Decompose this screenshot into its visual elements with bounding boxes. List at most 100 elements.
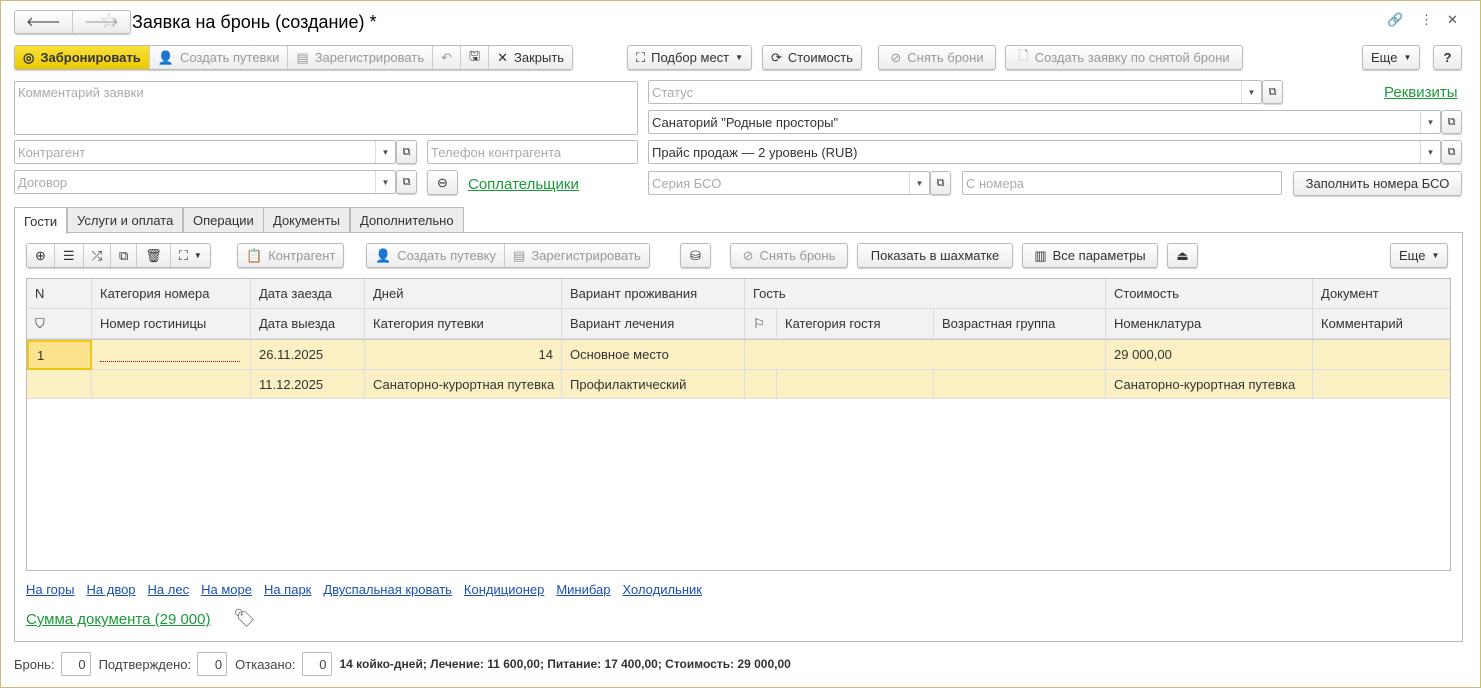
fill-bso-button[interactable]: Заполнить номера БСО — [1293, 171, 1462, 196]
back-button[interactable]: 🡐 — [15, 11, 73, 33]
copayers-link[interactable]: Соплательщики — [468, 176, 579, 193]
grid-contractor-button[interactable]: 📋 Контрагент — [237, 243, 345, 268]
cell-hotel-room[interactable] — [92, 370, 251, 399]
col-days[interactable]: Дней — [365, 279, 562, 309]
export-button[interactable]: ⏏ — [1167, 243, 1198, 268]
sanatorium-field[interactable]: Санаторий "Родные просторы" ▼ — [648, 110, 1441, 134]
tag-link[interactable]: На парк — [264, 582, 311, 597]
col-age-group[interactable]: Возрастная группа — [934, 309, 1106, 339]
copy-button[interactable]: ⧉ — [110, 244, 138, 267]
open-contract-button[interactable]: ⧉ — [396, 170, 417, 194]
cell-guest-category[interactable] — [777, 370, 934, 399]
cell-guest[interactable] — [745, 340, 1106, 370]
tab-services[interactable]: Услуги и оплата — [67, 207, 184, 233]
open-price-button[interactable]: ⧉ — [1441, 140, 1462, 164]
menu-dots-icon[interactable]: ⋮ — [1420, 12, 1433, 28]
help-button[interactable]: ? — [1433, 45, 1462, 70]
contract-field[interactable]: Договор ▼ — [14, 170, 396, 194]
open-bso-button[interactable]: ⧉ — [930, 171, 951, 195]
tab-operations[interactable]: Операции — [183, 207, 264, 233]
phone-field[interactable]: Телефон контрагента — [427, 140, 638, 164]
table-row[interactable]: 11.12.2025 Санаторно-курортная путевка П… — [27, 370, 1450, 399]
all-params-button[interactable]: ▥ Все параметры — [1022, 243, 1158, 268]
col-nomenclature[interactable]: Номенклатура — [1106, 309, 1313, 339]
cell-document[interactable] — [1313, 340, 1450, 370]
tab-documents[interactable]: Документы — [263, 207, 351, 233]
col-accommodation[interactable]: Вариант проживания — [562, 279, 745, 309]
cell-age-group[interactable] — [934, 370, 1106, 399]
cell-departure[interactable]: 11.12.2025 — [251, 370, 365, 399]
tag-link[interactable]: Двуспальная кровать — [323, 582, 452, 597]
dropdown-icon[interactable]: ▼ — [1420, 111, 1440, 133]
col-guest-category[interactable]: Категория гостя — [777, 309, 934, 339]
cell-flag[interactable] — [745, 370, 777, 399]
col-comment[interactable]: Комментарий — [1313, 309, 1450, 339]
cell-arrival[interactable]: 26.11.2025 — [251, 340, 365, 370]
tag-link[interactable]: Минибар — [556, 582, 610, 597]
cell-accommodation[interactable]: Основное место — [562, 340, 745, 370]
dropdown-icon[interactable]: ▼ — [1420, 141, 1440, 163]
arrow-left-circle-button[interactable]: ⊖ — [427, 170, 458, 195]
close-button[interactable]: ✕ Закрыть — [489, 46, 573, 69]
remove-bookings-button[interactable]: ⊘ Снять брони — [878, 45, 996, 70]
delete-button[interactable]: 🗑 — [137, 244, 171, 267]
col-cost[interactable]: Стоимость — [1106, 279, 1313, 309]
cell-days[interactable]: 14 — [365, 340, 562, 370]
favorite-star-icon[interactable]: ☆ — [99, 8, 119, 34]
create-from-removed-button[interactable]: 🗋 Создать заявку по снятой брони — [1005, 45, 1243, 70]
cell-n[interactable]: 1 — [27, 340, 92, 370]
col-treatment[interactable]: Вариант лечения — [562, 309, 745, 339]
link-icon[interactable]: 🔗 — [1387, 12, 1403, 28]
open-status-button[interactable]: ⧉ — [1262, 80, 1283, 104]
undo-button[interactable]: ↶ — [433, 46, 461, 69]
tag-link[interactable]: На горы — [26, 582, 75, 597]
col-arrival[interactable]: Дата заезда — [251, 279, 365, 309]
requisites-link[interactable]: Реквизиты — [1384, 84, 1458, 101]
add-group-button[interactable]: ☰ — [54, 244, 84, 267]
cell-nomenclature[interactable]: Санаторно-курортная путевка — [1106, 370, 1313, 399]
shuffle-button[interactable]: ⤮ — [83, 244, 111, 267]
document-sum-link[interactable]: Сумма документа (29 000) — [26, 611, 210, 628]
col-voucher-category[interactable]: Категория путевки — [365, 309, 562, 339]
open-contractor-button[interactable]: ⧉ — [396, 140, 417, 164]
register-button[interactable]: ▤ Зарегистрировать — [288, 46, 434, 69]
tag-link[interactable]: На лес — [148, 582, 190, 597]
price-field[interactable]: Прайс продаж — 2 уровень (RUB) ▼ — [648, 140, 1441, 164]
add-row-button[interactable]: ⊕ — [27, 244, 55, 267]
more-button[interactable]: Еще ▼ — [1362, 45, 1421, 70]
cell-voucher-category[interactable]: Санаторно-курортная путевка — [365, 370, 562, 399]
grid-more-button[interactable]: Еще ▼ — [1390, 243, 1449, 268]
grid-register-button[interactable]: ▤ Зарегистрировать — [505, 244, 649, 267]
cell-treatment[interactable]: Профилактический — [562, 370, 745, 399]
cell-cost[interactable]: 29 000,00 — [1106, 340, 1313, 370]
coins-button[interactable]: ⛁ — [680, 243, 711, 268]
table-row[interactable]: 1 26.11.2025 14 Основное место 29 000,00 — [27, 340, 1450, 370]
col-room-category[interactable]: Категория номера — [92, 279, 251, 309]
col-hotel-room[interactable]: Номер гостиницы — [92, 309, 251, 339]
col-n[interactable]: N — [27, 279, 92, 309]
tag-link[interactable]: На море — [201, 582, 252, 597]
cost-button[interactable]: ⟳ Стоимость — [762, 45, 862, 70]
contractor-field[interactable]: Контрагент ▼ — [14, 140, 396, 164]
bso-series-field[interactable]: Серия БСО ▼ — [648, 171, 930, 195]
find-button[interactable]: ⛶ ▼ — [170, 244, 210, 267]
status-field[interactable]: Статус ▼ — [648, 80, 1262, 104]
comment-field[interactable]: Комментарий заявки — [14, 81, 638, 135]
cell-comment[interactable] — [1313, 370, 1450, 399]
cell-empty[interactable] — [27, 370, 92, 399]
tab-guests[interactable]: Гости — [14, 207, 68, 234]
show-chess-button[interactable]: Показать в шахматке — [857, 243, 1013, 268]
create-voucher-button[interactable]: 👤 Создать путевку — [367, 244, 506, 267]
save-button[interactable]: 🖫 — [461, 46, 490, 69]
create-vouchers-button[interactable]: 👤 Создать путевки — [149, 46, 289, 69]
tag-link[interactable]: На двор — [87, 582, 136, 597]
remove-booking-button[interactable]: ⊘ Снять бронь — [730, 243, 848, 268]
dropdown-icon[interactable]: ▼ — [909, 172, 929, 194]
close-window-icon[interactable]: ✕ — [1447, 12, 1458, 28]
tab-additional[interactable]: Дополнительно — [350, 207, 464, 233]
dropdown-icon[interactable]: ▼ — [1241, 81, 1261, 103]
pick-places-button[interactable]: ⛶ Подбор мест ▼ — [627, 45, 753, 70]
dropdown-icon[interactable]: ▼ — [375, 141, 395, 163]
tag-link[interactable]: Кондиционер — [464, 582, 544, 597]
open-sanatorium-button[interactable]: ⧉ — [1441, 110, 1462, 134]
